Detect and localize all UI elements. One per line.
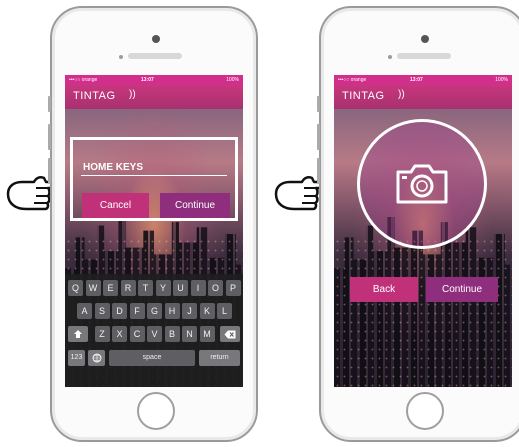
home-button[interactable] xyxy=(406,392,444,430)
input-underline xyxy=(81,175,227,176)
key-w[interactable]: W xyxy=(85,280,101,296)
key-u[interactable]: U xyxy=(173,280,188,296)
tintag-logo: TINTAG xyxy=(73,90,116,102)
numbers-key[interactable]: 123 xyxy=(68,350,85,366)
status-bar: •••○○ orange 13:07 100% xyxy=(334,75,512,85)
proximity-sensor xyxy=(119,55,123,59)
key-a[interactable]: A xyxy=(77,303,92,319)
key-g[interactable]: G xyxy=(147,303,162,319)
key-x[interactable]: X xyxy=(112,326,127,342)
key-h[interactable]: H xyxy=(164,303,180,319)
key-i[interactable]: I xyxy=(190,280,206,296)
tintag-logo: TINTAG xyxy=(342,90,385,102)
phone-right: •••○○ orange 13:07 100% TINTAG )) Back C… xyxy=(317,6,519,442)
status-time: 13:07 xyxy=(410,77,423,83)
key-n[interactable]: N xyxy=(182,326,197,342)
home-button[interactable] xyxy=(137,392,175,430)
back-button[interactable]: Back xyxy=(350,277,418,302)
nfc-waves-icon: )) xyxy=(129,89,136,100)
proximity-sensor xyxy=(388,55,392,59)
app-header: TINTAG )) xyxy=(334,85,512,109)
key-z[interactable]: Z xyxy=(94,326,110,342)
earpiece-speaker xyxy=(397,53,451,59)
status-time: 13:07 xyxy=(141,77,154,83)
key-name-dialog: HOME KEYS Cancel Continue xyxy=(70,137,238,221)
key-p[interactable]: P xyxy=(225,280,241,296)
shift-icon xyxy=(74,330,82,338)
key-t[interactable]: T xyxy=(138,280,153,296)
city-lights xyxy=(334,237,512,387)
earpiece-speaker xyxy=(128,53,182,59)
key-c[interactable]: C xyxy=(129,326,145,342)
mute-switch xyxy=(317,96,320,112)
key-s[interactable]: S xyxy=(94,303,110,319)
mute-switch xyxy=(48,96,51,112)
key-r[interactable]: R xyxy=(120,280,136,296)
front-camera xyxy=(152,35,160,43)
space-key[interactable]: space xyxy=(109,350,195,366)
continue-button[interactable]: Continue xyxy=(160,193,230,218)
status-battery: 100% xyxy=(226,77,239,83)
key-j[interactable]: J xyxy=(182,303,197,319)
key-l[interactable]: L xyxy=(217,303,232,319)
status-carrier: •••○○ orange xyxy=(338,77,367,83)
front-camera xyxy=(421,35,429,43)
status-battery: 100% xyxy=(495,77,508,83)
phone-left: •••○○ orange 13:07 100% TINTAG )) HOME K… xyxy=(48,6,258,442)
key-e[interactable]: E xyxy=(103,280,118,296)
backspace-key[interactable] xyxy=(220,326,240,342)
backspace-icon xyxy=(224,330,236,338)
on-screen-keyboard: Q W E R T Y U I O P A S D F G H J K L Z … xyxy=(65,274,243,387)
key-o[interactable]: O xyxy=(208,280,223,296)
status-carrier: •••○○ orange xyxy=(69,77,98,83)
key-q[interactable]: Q xyxy=(68,280,83,296)
take-photo-button[interactable] xyxy=(357,119,487,249)
shift-key[interactable] xyxy=(68,326,88,342)
screen-take-photo: •••○○ orange 13:07 100% TINTAG )) Back C… xyxy=(334,75,512,387)
key-v[interactable]: V xyxy=(147,326,162,342)
key-d[interactable]: D xyxy=(112,303,127,319)
app-header: TINTAG )) xyxy=(65,85,243,109)
continue-button[interactable]: Continue xyxy=(426,277,498,302)
volume-up-button xyxy=(48,124,51,150)
status-bar: •••○○ orange 13:07 100% xyxy=(65,75,243,85)
key-b[interactable]: B xyxy=(164,326,180,342)
globe-key[interactable] xyxy=(88,350,105,366)
globe-icon xyxy=(92,353,101,363)
key-m[interactable]: M xyxy=(199,326,215,342)
screen-name-key: •••○○ orange 13:07 100% TINTAG )) HOME K… xyxy=(65,75,243,387)
key-k[interactable]: K xyxy=(199,303,215,319)
key-y[interactable]: Y xyxy=(155,280,171,296)
key-f[interactable]: F xyxy=(129,303,145,319)
camera-icon xyxy=(396,164,448,204)
cancel-button[interactable]: Cancel xyxy=(82,193,149,218)
nfc-waves-icon: )) xyxy=(398,89,405,100)
return-key[interactable]: return xyxy=(199,350,240,366)
volume-down-button xyxy=(48,158,51,184)
key-name-input[interactable]: HOME KEYS xyxy=(83,162,143,173)
volume-down-button xyxy=(317,158,320,184)
volume-up-button xyxy=(317,124,320,150)
